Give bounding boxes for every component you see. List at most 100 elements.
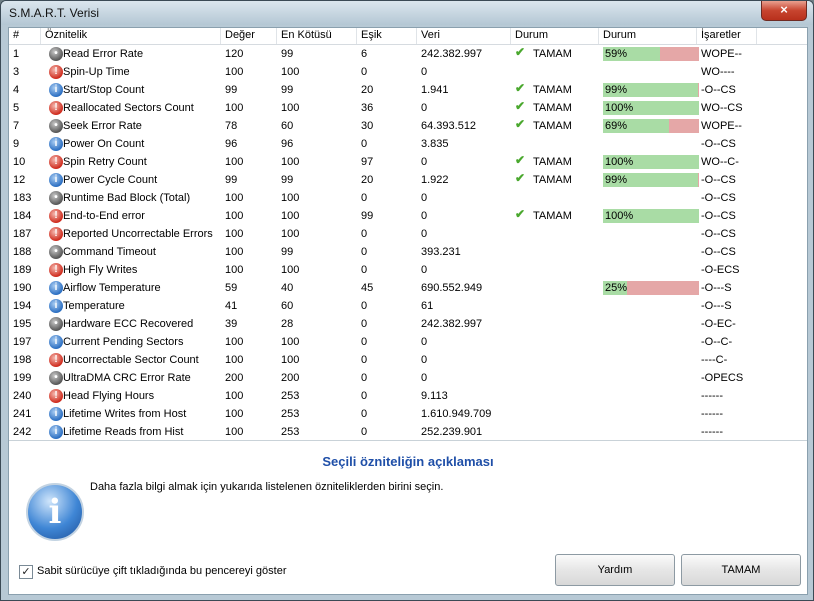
cell-value: 120 [225, 48, 244, 60]
cell-worst: 253 [281, 390, 300, 402]
warning-icon [49, 65, 63, 79]
table-row[interactable]: 241 Lifetime Writes from Host 100 253 0 1.610… [9, 405, 807, 423]
table-row[interactable]: 199 UltraDMA CRC Error Rate 200 200 0 0 -OPECS [9, 369, 807, 387]
table-row[interactable]: 1 Read Error Rate 120 99 6 242.382.997 WOPE-- ✔… [9, 45, 807, 63]
table-row[interactable]: 198 Uncorrectable Sector Count 100 100 0 0 ---… [9, 351, 807, 369]
cell-attribute-name: Uncorrectable Sector Count [63, 354, 199, 366]
cell-value: 96 [225, 138, 238, 150]
cell-status: TAMAM [533, 84, 572, 96]
cell-value: 100 [225, 210, 244, 222]
info-icon [49, 173, 63, 187]
cell-number: 242 [13, 426, 32, 438]
cell-flags: ------ [701, 390, 723, 402]
disk-icon [49, 371, 63, 385]
table-row[interactable]: 183 Runtime Bad Block (Total) 100 100 0 0 -O--… [9, 189, 807, 207]
col-header-raw[interactable]: Veri [417, 28, 511, 44]
ok-check-icon: ✔ [515, 117, 526, 131]
table-row[interactable]: 12 Power Cycle Count 99 99 20 1.922 -O--CS ✔ TAM… [9, 171, 807, 189]
cell-raw-data: 0 [421, 264, 428, 276]
help-button[interactable]: Yardım [555, 554, 675, 586]
cell-raw-data: 0 [421, 336, 428, 348]
table-row[interactable]: 9 Power On Count 96 96 0 3.835 -O--CS [9, 135, 807, 153]
cell-value: 41 [225, 300, 238, 312]
health-bar: 99% [603, 173, 699, 187]
info-icon [49, 137, 63, 151]
table-row[interactable]: 3 Spin-Up Time 100 100 0 0 WO---- [9, 63, 807, 81]
cell-number: 7 [13, 120, 20, 132]
col-header-attribute[interactable]: Öznitelik [41, 28, 221, 44]
warning-icon [49, 209, 63, 223]
cell-value: 100 [225, 246, 244, 258]
table-row[interactable]: 240 Head Flying Hours 100 253 0 9.113 ------ [9, 387, 807, 405]
show-on-doubleclick-checkbox[interactable]: ✓ [19, 565, 33, 579]
cell-number: 241 [13, 408, 32, 420]
info-icon: i [26, 483, 84, 541]
cell-attribute-name: Runtime Bad Block (Total) [63, 192, 191, 204]
cell-worst: 40 [281, 282, 294, 294]
cell-threshold: 99 [361, 210, 374, 222]
col-header-health[interactable]: Durum [599, 28, 697, 44]
cell-status: TAMAM [533, 156, 572, 168]
col-header-flags[interactable]: İşaretler [697, 28, 757, 44]
table-row[interactable]: 194 Temperature 41 60 0 61 -O---S [9, 297, 807, 315]
cell-flags: WOPE-- [701, 48, 742, 60]
cell-worst: 100 [281, 156, 300, 168]
cell-raw-data: 0 [421, 372, 428, 384]
table-row[interactable]: 242 Lifetime Reads from Hist 100 253 0 252.23… [9, 423, 807, 440]
table-row[interactable]: 187 Reported Uncorrectable Errors 100 100 0 0… [9, 225, 807, 243]
title-bar[interactable]: S.M.A.R.T. Verisi × [1, 1, 813, 25]
ok-button[interactable]: TAMAM [681, 554, 801, 586]
cell-worst: 99 [281, 246, 294, 258]
cell-number: 187 [13, 228, 32, 240]
health-bar: 99% [603, 83, 699, 97]
cell-number: 198 [13, 354, 32, 366]
dialog-client: # Öznitelik Değer En Kötüsü Eşik Veri Du… [8, 27, 808, 595]
health-bar-label: 25% [605, 282, 628, 294]
cell-value: 100 [225, 336, 244, 348]
table-row[interactable]: 184 End-to-End error 100 100 99 0 -O--CS ✔ TAMAM… [9, 207, 807, 225]
col-header-worst[interactable]: En Kötüsü [277, 28, 357, 44]
cell-raw-data: 0 [421, 102, 428, 114]
health-bar-label: 99% [605, 84, 628, 96]
cell-value: 100 [225, 390, 244, 402]
cell-value: 100 [225, 102, 244, 114]
health-bar: 69% [603, 119, 699, 133]
cell-threshold: 0 [361, 66, 368, 78]
cell-raw-data: 393.231 [421, 246, 461, 258]
health-bar-label: 59% [605, 48, 628, 60]
table-row[interactable]: 4 Start/Stop Count 99 99 20 1.941 -O--CS ✔ TAMAM… [9, 81, 807, 99]
cell-threshold: 0 [361, 426, 368, 438]
cell-threshold: 20 [361, 84, 374, 96]
cell-threshold: 97 [361, 156, 374, 168]
cell-threshold: 0 [361, 246, 368, 258]
table-row[interactable]: 10 Spin Retry Count 100 100 97 0 WO--C- ✔ TAMAM 1… [9, 153, 807, 171]
col-header-threshold[interactable]: Eşik [357, 28, 417, 44]
cell-status: TAMAM [533, 102, 572, 114]
cell-number: 183 [13, 192, 32, 204]
show-on-doubleclick-label[interactable]: Sabit sürücüye çift tıkladığında bu penc… [37, 565, 286, 578]
cell-worst: 100 [281, 228, 300, 240]
col-header-value[interactable]: Değer [221, 28, 277, 44]
cell-raw-data: 1.922 [421, 174, 449, 186]
close-button[interactable]: × [761, 1, 807, 21]
table-row[interactable]: 188 Command Timeout 100 99 0 393.231 -O--CS [9, 243, 807, 261]
col-header-number[interactable]: # [9, 28, 41, 44]
table-row[interactable]: 190 Airflow Temperature 59 40 45 690.552.949 -… [9, 279, 807, 297]
cell-flags: WOPE-- [701, 120, 742, 132]
table-row[interactable]: 7 Seek Error Rate 78 60 30 64.393.512 WOPE-- ✔ T… [9, 117, 807, 135]
cell-raw-data: 3.835 [421, 138, 449, 150]
cell-raw-data: 252.239.901 [421, 426, 483, 438]
cell-value: 59 [225, 282, 238, 294]
table-row[interactable]: 189 High Fly Writes 100 100 0 0 -O-ECS [9, 261, 807, 279]
warning-icon [49, 227, 63, 241]
table-row[interactable]: 5 Reallocated Sectors Count 100 100 36 0 WO--C… [9, 99, 807, 117]
cell-worst: 100 [281, 354, 300, 366]
description-text: Daha fazla bilgi almak için yukarıda lis… [90, 481, 444, 493]
cell-flags: ------ [701, 408, 723, 420]
table-row[interactable]: 197 Current Pending Sectors 100 100 0 0 -O--C- [9, 333, 807, 351]
cell-number: 5 [13, 102, 20, 114]
cell-flags: WO--C- [701, 156, 739, 168]
col-header-status[interactable]: Durum [511, 28, 599, 44]
table-row[interactable]: 195 Hardware ECC Recovered 39 28 0 242.382.99… [9, 315, 807, 333]
cell-worst: 60 [281, 300, 294, 312]
